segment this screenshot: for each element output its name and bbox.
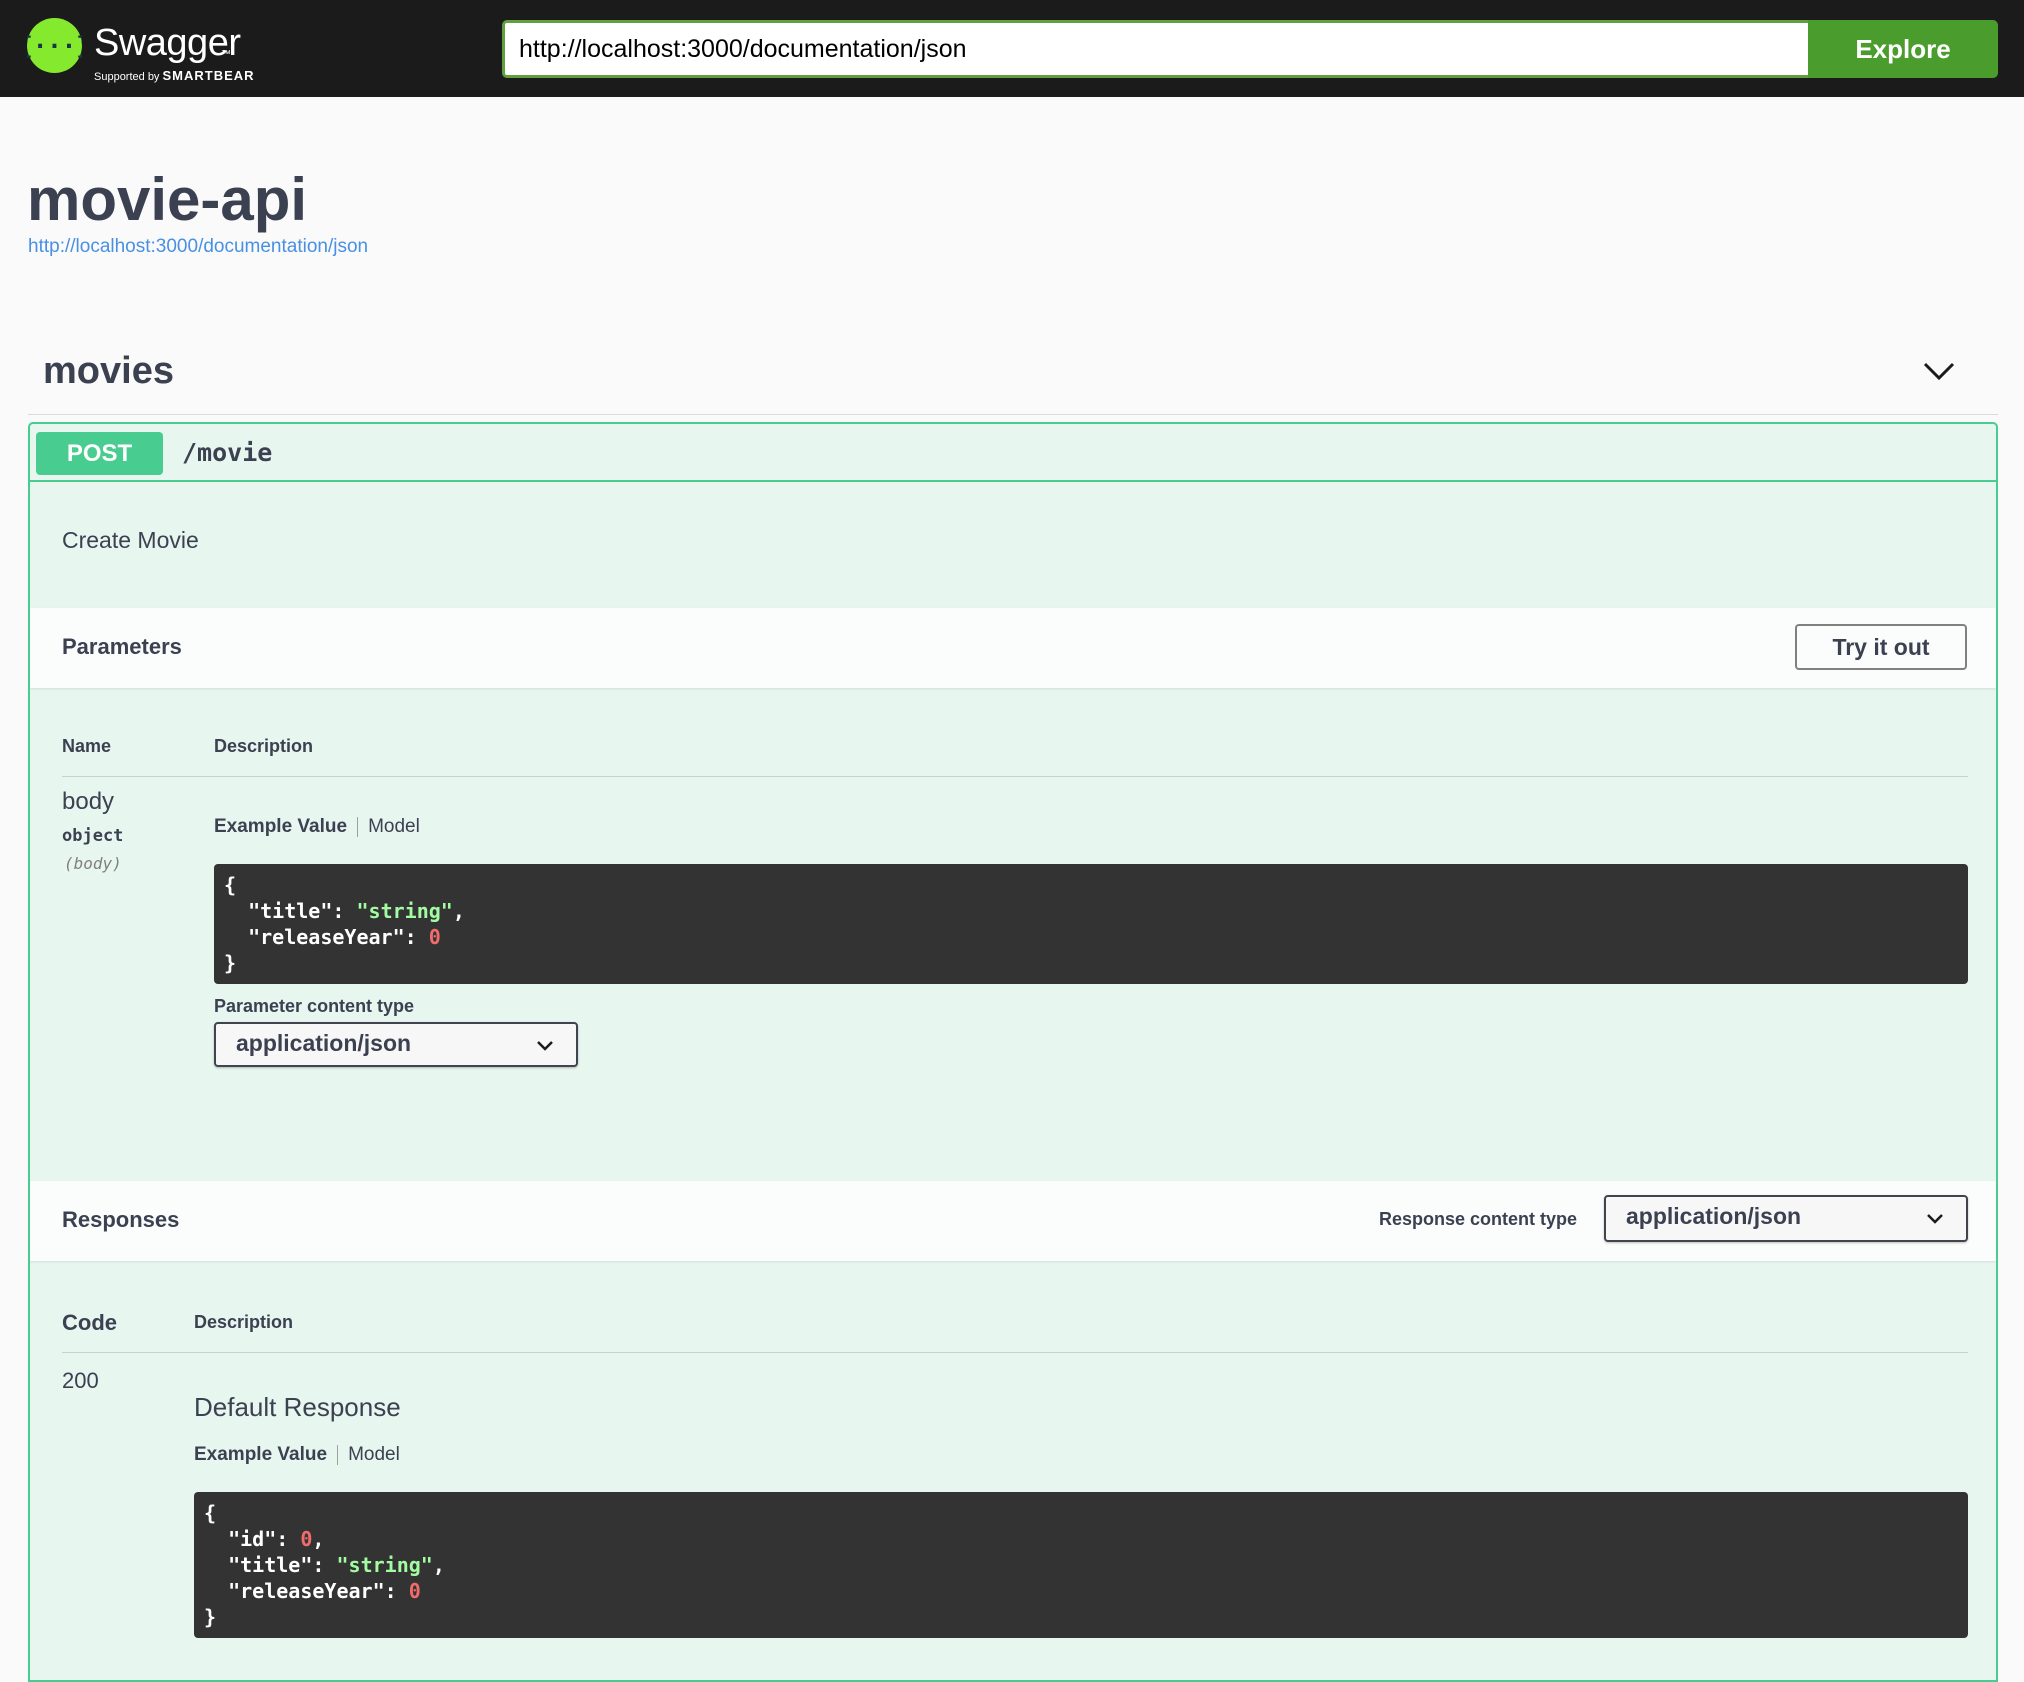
param-content-type-label: Parameter content type: [214, 996, 415, 1016]
page-title: movie-api: [27, 166, 308, 233]
logo-brand: SMARTBEAR: [162, 68, 255, 83]
code-brace: }: [204, 1605, 217, 1629]
tab-example-value[interactable]: Example Value: [214, 816, 347, 837]
response-table-divider: [62, 1352, 1968, 1353]
response-content-type-label: Response content type: [1379, 1209, 1578, 1229]
code-key: "releaseYear": [248, 925, 405, 949]
logo-supported-text: Supported by: [94, 71, 160, 83]
code-number: 0: [300, 1527, 313, 1551]
operation-description: Create Movie: [62, 527, 199, 553]
try-it-out-button[interactable]: Try it out: [1795, 624, 1967, 670]
response-example-code: { "id": 0, "title": "string", "releaseYe…: [194, 1492, 1968, 1638]
operation-path: /movie: [182, 438, 273, 467]
operation-summary[interactable]: POST /movie: [30, 424, 1996, 482]
response-col-code: Code: [62, 1310, 117, 1335]
code-brace: {: [224, 873, 237, 897]
code-string: "string": [356, 899, 453, 923]
param-content-type-value: application/json: [236, 1030, 412, 1056]
param-col-name: Name: [62, 736, 112, 756]
param-location: (body): [64, 854, 122, 873]
tab-separator: [357, 816, 359, 837]
chevron-down-icon[interactable]: [1922, 356, 1956, 386]
svg-text:{···}: {···}: [27, 32, 82, 60]
response-description: Default Response: [194, 1392, 401, 1422]
tab-model[interactable]: Model: [348, 1444, 400, 1465]
code-string: "string": [336, 1553, 433, 1577]
param-type: object: [62, 826, 124, 846]
param-example-tabs: Example Value Model: [214, 816, 420, 838]
code-brace: }: [224, 951, 237, 975]
operation-block: POST /movie Create Movie Parameters Try …: [28, 422, 1998, 1682]
param-example-code: { "title": "string", "releaseYear": 0 }: [214, 864, 1968, 984]
method-badge: POST: [36, 432, 163, 475]
param-name: body: [62, 788, 115, 815]
code-key: "id": [228, 1527, 277, 1551]
logo-wordmark: Swagger: [94, 22, 241, 64]
code-key: "title": [228, 1553, 313, 1577]
response-example-tabs: Example Value Model: [194, 1444, 400, 1466]
tag-divider: [28, 414, 1998, 415]
tag-title[interactable]: movies: [43, 350, 174, 393]
param-col-description: Description: [214, 736, 314, 756]
logo-supported-by: Supported by SMARTBEAR: [94, 68, 255, 83]
code-key: "title": [248, 899, 333, 923]
responses-header: Responses Response content type applicat…: [30, 1181, 1996, 1261]
swagger-logo[interactable]: {···} Swagger ™ Supported by SMARTBEAR: [27, 16, 267, 83]
param-content-type-select[interactable]: application/json: [214, 1022, 578, 1067]
tab-model[interactable]: Model: [368, 816, 420, 837]
tab-example-value[interactable]: Example Value: [194, 1444, 327, 1465]
response-code: 200: [62, 1368, 99, 1393]
parameters-title: Parameters: [62, 634, 182, 659]
chevron-down-icon: [1927, 1214, 1943, 1224]
response-content-type-select[interactable]: application/json: [1604, 1195, 1968, 1242]
parameters-header: Parameters Try it out: [30, 608, 1996, 688]
response-col-description: Description: [194, 1312, 294, 1332]
code-brace: {: [204, 1501, 217, 1525]
response-content-type-value: application/json: [1626, 1203, 1802, 1229]
chevron-down-icon: [537, 1041, 553, 1051]
logo-trademark: ™: [221, 49, 231, 60]
spec-link[interactable]: http://localhost:3000/documentation/json: [28, 236, 368, 258]
param-table-divider: [62, 776, 1968, 777]
topbar: {···} Swagger ™ Supported by SMARTBEAR E…: [0, 0, 2024, 97]
swagger-braces-icon: {···}: [27, 18, 82, 73]
explore-button[interactable]: Explore: [1808, 20, 1998, 78]
spec-url-input[interactable]: [502, 20, 1808, 78]
code-number: 0: [428, 925, 441, 949]
code-key: "releaseYear": [228, 1579, 385, 1603]
responses-title: Responses: [62, 1207, 180, 1232]
code-number: 0: [408, 1579, 421, 1603]
tab-separator: [337, 1444, 339, 1465]
